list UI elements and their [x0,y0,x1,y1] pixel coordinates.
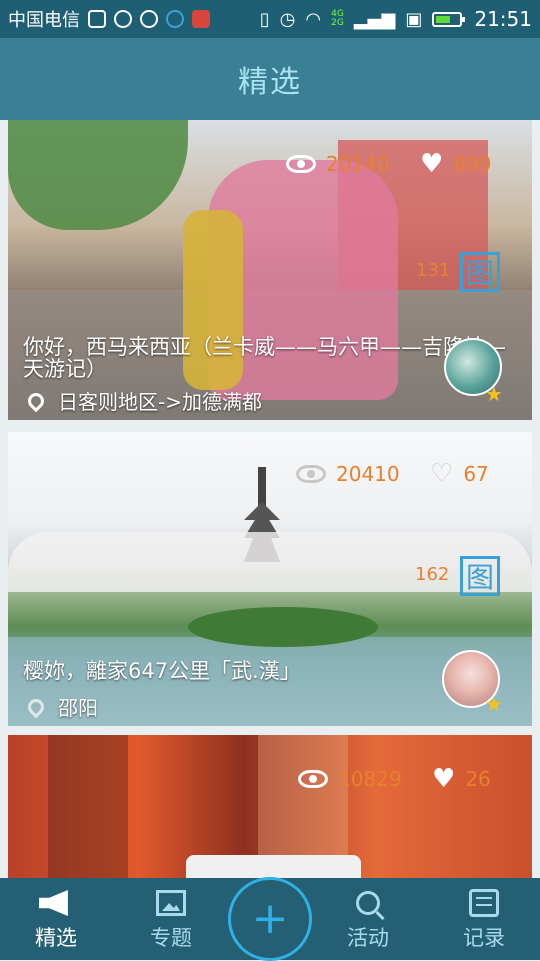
battery-icon [432,11,466,27]
network-type: 4G 2G [331,9,344,28]
plus-icon: + [251,893,289,944]
star-icon: ★ [485,692,503,716]
views-stat: 10829 [298,767,402,791]
location-row: 日客则地区->加德满都 [24,386,262,415]
feed-card[interactable]: 20410 ♡ 67 162 图 樱妳，離家647公里「武.漢」 邵阳 ★ [8,432,532,726]
feed-card[interactable]: 10829 ♥ 26 [8,735,532,878]
app-header: 精选 [0,38,540,120]
sim-icon: ▣ [405,8,423,30]
star-icon: ★ [485,382,503,406]
eye-icon [298,770,328,788]
heart-icon: ♥ [432,764,456,794]
app-notification-icon [192,10,210,28]
search-icon [356,891,380,915]
alarm-icon: ◷ [279,8,296,30]
photo-count: 162 [415,564,450,585]
tab-label: 专题 [150,926,192,950]
wifi-icon: ◠ [305,8,322,30]
likes-stat[interactable]: ♥ 26 [432,764,491,794]
tab-featured[interactable]: 精选 [0,878,112,960]
heart-outline-icon: ♡ [430,459,454,489]
likes-count: 26 [465,767,491,791]
views-stat: 20140 [286,152,390,176]
heart-icon: ♥ [420,149,444,179]
tab-label: 活动 [347,926,389,950]
photo-count: 131 [416,260,451,281]
views-stat: 20410 [296,462,400,486]
location-pin-icon [24,389,48,412]
card-photo-blossoms [8,532,532,592]
card-photo-island [188,607,378,647]
usb-icon [114,10,132,28]
status-time: 21:51 [474,7,532,31]
card-photo-tree [8,120,188,230]
feed-list[interactable]: 20140 ♥ 899 131 图 你好，西马来西亚（兰卡威——马六甲——吉隆坡… [0,120,540,878]
card-photo-gate [48,735,128,878]
vibrate-icon: ▯ [259,8,270,30]
location-row: 邵阳 [24,692,98,721]
photo-badge: 图 [460,252,500,292]
picture-icon [156,890,186,916]
views-count: 20140 [326,152,390,176]
views-count: 10829 [338,767,402,791]
card-photo-pagoda-spire [258,467,266,507]
likes-count: 67 [463,462,489,486]
add-button[interactable]: + [228,877,312,961]
usb-icon [140,10,158,28]
tab-activities[interactable]: 活动 [312,878,424,960]
signal-icon: ▂▄▆ [353,8,396,30]
photo-badge: 图 [460,556,500,596]
gallery-icon [88,10,106,28]
carrier-label: 中国电信 [8,10,80,31]
tab-topics[interactable]: 专题 [115,878,227,960]
eye-icon [296,465,326,483]
card-photo-phone [186,855,361,878]
status-bar: 中国电信 ▯ ◷ ◠ 4G 2G ▂▄▆ ▣ 21:51 [0,0,540,38]
qq-icon [166,10,184,28]
tab-label: 记录 [463,926,505,950]
feed-card[interactable]: 20140 ♥ 899 131 图 你好，西马来西亚（兰卡威——马六甲——吉隆坡… [8,120,532,420]
page-title: 精选 [238,65,302,100]
views-count: 20410 [336,462,400,486]
tab-records[interactable]: 记录 [428,878,540,960]
likes-stat[interactable]: ♡ 67 [430,459,489,489]
tab-label: 精选 [35,926,77,950]
location-pin-icon [24,695,48,718]
location-text: 日客则地区->加德满都 [58,390,262,414]
location-text: 邵阳 [58,696,98,720]
megaphone-icon [39,890,68,916]
likes-count: 899 [453,152,492,176]
eye-icon [286,155,316,173]
record-icon [469,889,499,917]
likes-stat[interactable]: ♥ 899 [420,149,492,179]
